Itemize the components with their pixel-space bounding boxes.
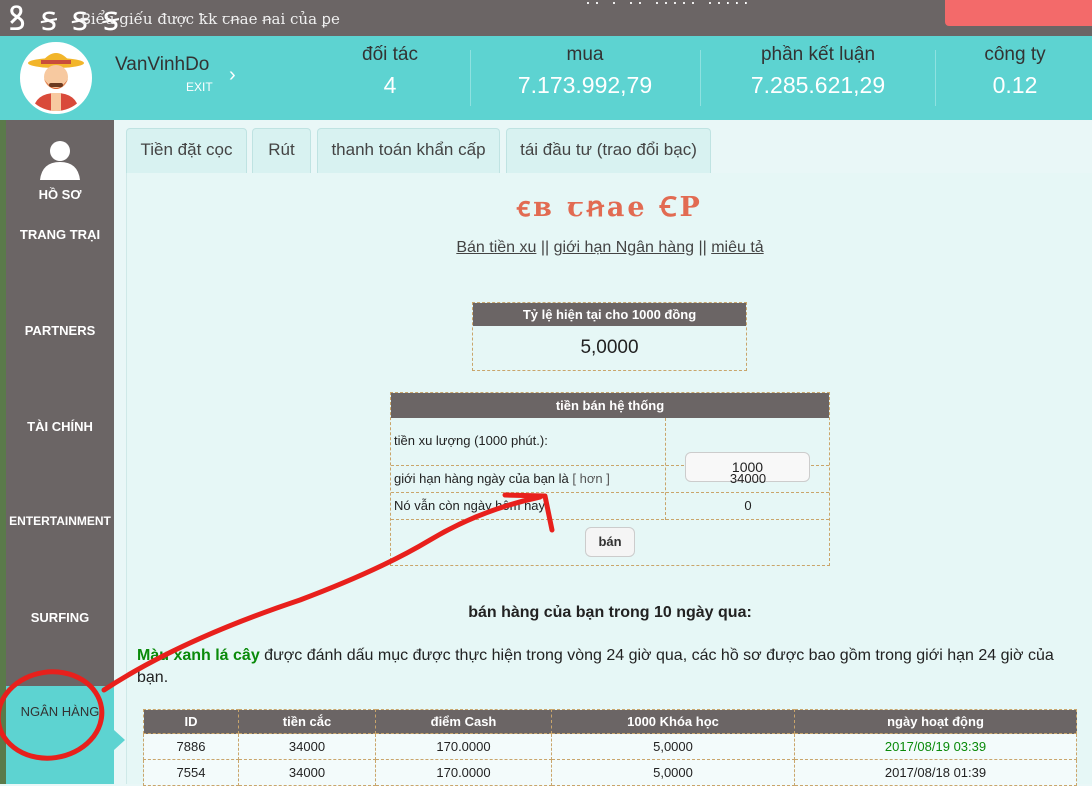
cell-course: 5,0000 [551, 759, 795, 786]
tab-deposit[interactable]: Tiền đặt cọc [126, 128, 247, 174]
sidebar-item-label: NGÂN HÀNG [20, 704, 100, 719]
sidebar-item-bank[interactable]: NGÂN HÀNG [6, 686, 114, 784]
link-separator: || [540, 239, 550, 256]
sidebar-item-label: TÀI CHÍNH [27, 419, 93, 434]
rate-value: 5,0000 [580, 337, 639, 358]
divider [935, 50, 936, 106]
sidebar-item-farm[interactable]: TRANG TRẠI [6, 227, 114, 242]
remaining-value: 0 [744, 498, 752, 513]
rate-header: Tỷ lệ hiện tại cho 1000 đồng [473, 303, 746, 326]
stat-label: mua [566, 44, 604, 65]
note-text: được đánh dấu mục được thực hiện trong v… [137, 647, 1054, 686]
cell-coins: 34000 [238, 759, 376, 786]
sidebar-item-entertainment[interactable]: ENTERTAINMENT [6, 514, 114, 528]
stat-value: 7.285.621,29 [750, 72, 886, 98]
bank-panel: ꞓв ꞇꞥae ꞒP Bán tiền xu || giới hạn Ngân … [126, 173, 1092, 786]
col-id: ID [143, 709, 239, 734]
stat-company: công ty 0.12 [955, 44, 1075, 99]
stat-value: 7.173.992,79 [517, 72, 653, 98]
system-sale-box: tiền bán hệ thống tiền xu lượng (1000 ph… [390, 392, 830, 566]
page-title: ꞓв ꞇꞥae ꞒP [517, 192, 703, 223]
site-tagline: Ꞗiểu giếu được ꝁk ꞇꞥae ꞥai của ꝑe [80, 10, 340, 28]
stat-value: 4 [383, 72, 397, 98]
row-remaining-today: Nó vẫn còn ngày hôm nay: 0 [391, 493, 829, 520]
link-description[interactable]: miêu tả [711, 239, 763, 256]
row-daily-limit: giới hạn hàng ngày của bạn là [ hơn ] 34… [391, 466, 829, 493]
stat-value: 0.12 [992, 72, 1038, 98]
link-sell-coins[interactable]: Bán tiền xu [456, 239, 536, 256]
row-label: giới hạn hàng ngày của bạn là [ hơn ] [394, 471, 610, 486]
row-label: Nó vẫn còn ngày hôm nay: [394, 498, 549, 513]
more-link[interactable]: [ hơn ] [572, 471, 609, 486]
link-bank-limit[interactable]: giới hạn Ngân hàng [554, 239, 694, 256]
link-separator: || [698, 239, 707, 256]
divider [470, 50, 471, 106]
cell-cash: 170.0000 [375, 759, 552, 786]
avatar[interactable] [20, 42, 92, 114]
cell-date: 2017/08/18 01:39 [794, 759, 1077, 786]
stat-buy: mua 7.173.992,79 [485, 44, 685, 99]
sell-button[interactable]: bán [585, 527, 635, 557]
top-bar: ꝸ ꞩ ꞩ ꞩ Ꞗiểu giếu được ꝁk ꞇꞥae ꞥai của ꝑ… [0, 0, 1092, 36]
col-activity-date: ngày hoạt động [794, 709, 1077, 734]
sidebar-item-label: HỒ SƠ [38, 187, 82, 202]
stat-label: công ty [984, 44, 1046, 65]
sidebar-item-surfing[interactable]: SURFING [6, 610, 114, 625]
farmer-avatar-icon [23, 45, 89, 111]
row-label-text: giới hạn hàng ngày của bạn là [394, 471, 569, 486]
username[interactable]: VanVinhDo [115, 54, 209, 76]
top-menu-fragment[interactable]: ·· · ·· ····· ····· [585, 0, 752, 13]
system-sale-header: tiền bán hệ thống [391, 393, 829, 418]
cell-cash: 170.0000 [375, 733, 552, 760]
col-cash-points: điểm Cash [375, 709, 552, 734]
col-coins: tiền cắc [238, 709, 376, 734]
sidebar-item-finance[interactable]: TÀI CHÍNH [6, 419, 114, 434]
sales-section-title: bán hàng của bạn trong 10 ngày qua: [468, 604, 752, 621]
sales-table: ID tiền cắc điểm Cash 1000 Khóa học ngày… [143, 709, 1077, 786]
cell-id: 7886 [143, 733, 239, 760]
sidebar-item-label: TRANG TRẠI [19, 227, 101, 242]
user-header: VanVinhDo EXIT › đối tác 4 mua 7.173.992… [0, 36, 1092, 120]
sidebar: HỒ SƠ TRANG TRẠI PARTNERS TÀI CHÍNH ENTE… [6, 120, 114, 784]
stat-label: phần kết luận [760, 44, 876, 65]
row-label: tiền xu lượng (1000 phút.): [394, 433, 548, 448]
top-action-button[interactable] [945, 0, 1092, 26]
stat-label: đối tác [362, 44, 418, 65]
cell-id: 7554 [143, 759, 239, 786]
chevron-right-icon[interactable]: › [229, 64, 236, 87]
rate-box: Tỷ lệ hiện tại cho 1000 đồng 5,0000 [472, 302, 747, 371]
divider [700, 50, 701, 106]
table-row: 7554 34000 170.0000 5,0000 2017/08/18 01… [143, 759, 1077, 786]
sales-note: Màu xanh lá cây được đánh dấu mục được t… [137, 645, 1077, 689]
tab-emergency-payment[interactable]: thanh toán khẩn cấp [317, 128, 500, 174]
daily-limit-value: 34000 [729, 471, 767, 486]
note-highlight: Màu xanh lá cây [137, 647, 260, 664]
table-row: 7886 34000 170.0000 5,0000 2017/08/19 03… [143, 733, 1077, 760]
cell-course: 5,0000 [551, 733, 795, 760]
col-1000-course: 1000 Khóa học [551, 709, 795, 734]
sidebar-item-partners[interactable]: PARTNERS [6, 323, 114, 338]
tab-reinvest[interactable]: tái đầu tư (trao đổi bạc) [506, 128, 711, 174]
cell-coins: 34000 [238, 733, 376, 760]
sidebar-item-label: SURFING [30, 610, 90, 625]
panel-links: Bán tiền xu || giới hạn Ngân hàng || miê… [127, 239, 1092, 257]
row-coin-amount: tiền xu lượng (1000 phút.): 1000 [391, 418, 829, 482]
user-icon [40, 141, 80, 180]
stat-partners: đối tác 4 [330, 44, 450, 99]
active-indicator-arrow [114, 730, 125, 750]
stat-conclusion: phần kết luận 7.285.621,29 [718, 44, 918, 99]
table-header-row: ID tiền cắc điểm Cash 1000 Khóa học ngày… [143, 709, 1077, 734]
sidebar-item-profile[interactable]: HỒ SƠ [6, 138, 114, 208]
cell-date: 2017/08/19 03:39 [794, 733, 1077, 760]
exit-link[interactable]: EXIT [186, 80, 213, 94]
sidebar-item-label: ENTERTAINMENT [9, 514, 111, 528]
sidebar-item-label: PARTNERS [24, 323, 96, 338]
tab-withdraw[interactable]: Rút [252, 128, 311, 174]
